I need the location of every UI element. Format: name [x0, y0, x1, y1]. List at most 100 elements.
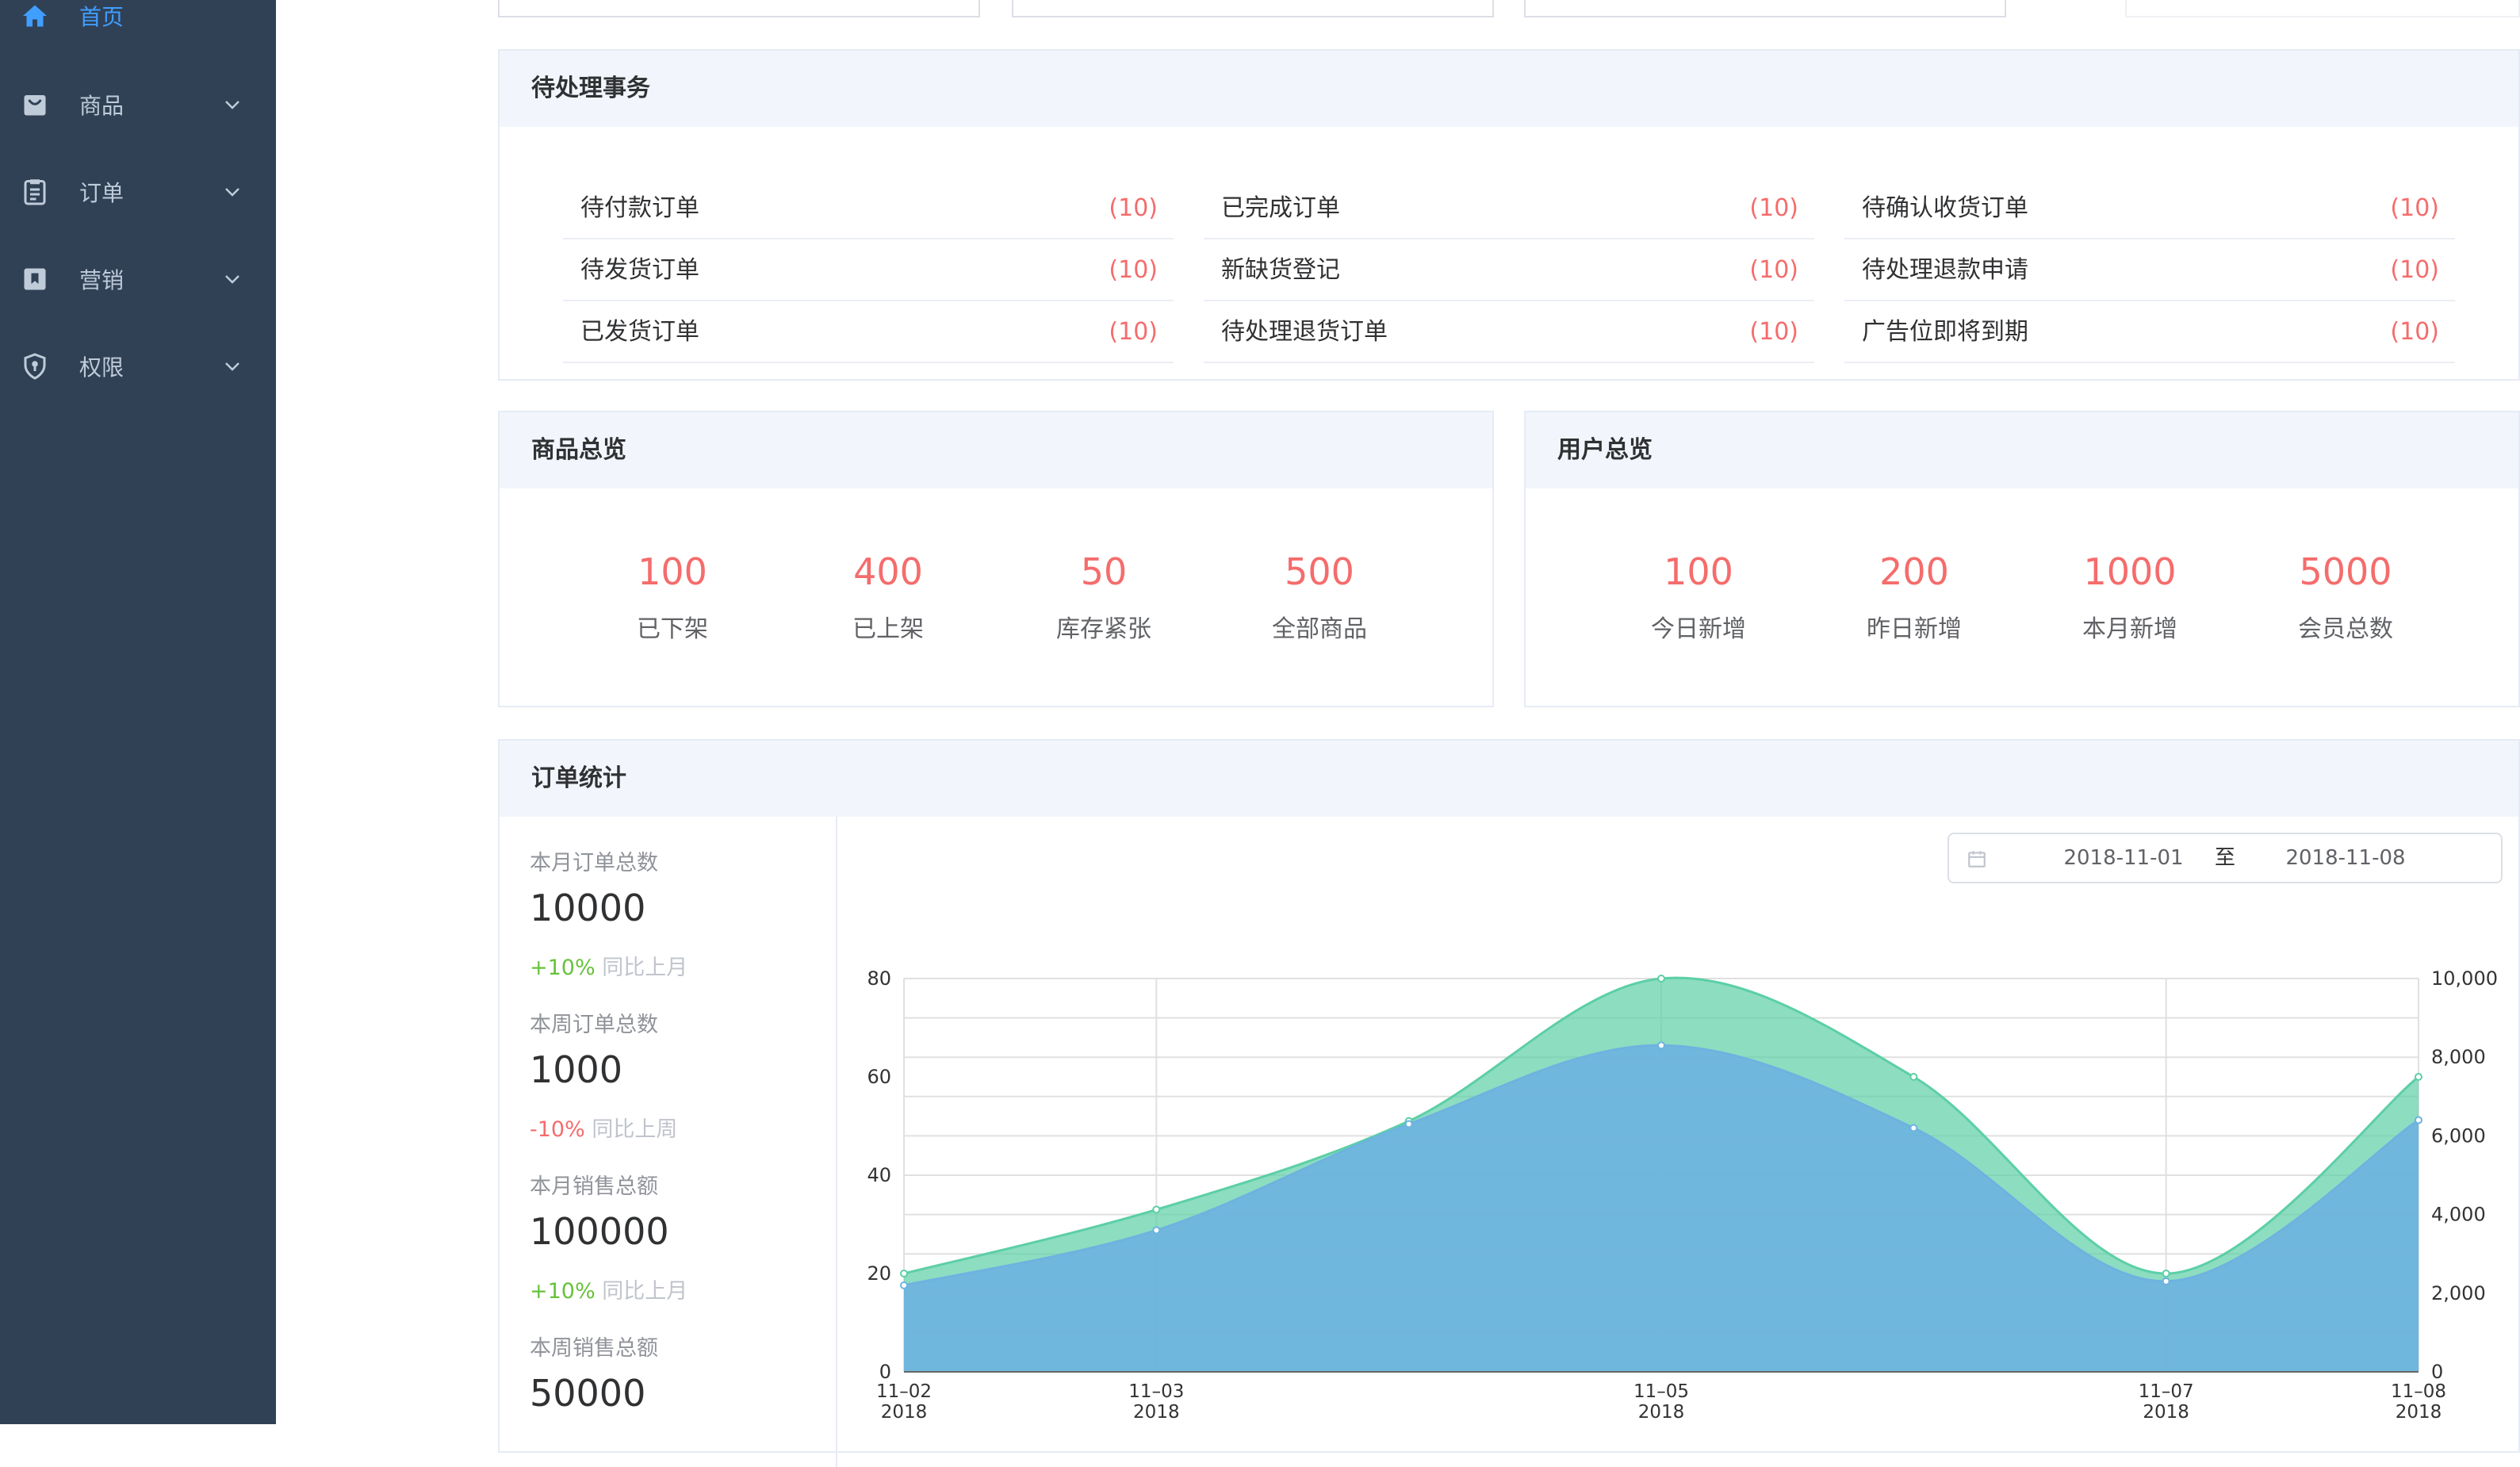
- summary-box: [1012, 0, 1494, 17]
- stat-value: 100000: [530, 1210, 669, 1253]
- overview-label: 昨日新增: [1867, 615, 1962, 643]
- x-tick-label: 11–07: [2139, 1381, 2194, 1402]
- y-tick-label-left: 80: [867, 967, 891, 990]
- overview-label: 库存紧张: [1056, 615, 1151, 643]
- summary-box: [498, 0, 980, 17]
- pending-item[interactable]: 待付款订单 (10): [563, 178, 1174, 239]
- stat-value: 10000: [530, 887, 646, 929]
- y-tick-label-right: 6,000: [2431, 1124, 2486, 1147]
- x-tick-label: 2018: [1638, 1402, 1685, 1423]
- chevron-down-icon: [225, 188, 239, 197]
- pending-item[interactable]: 待发货订单 (10): [563, 239, 1174, 301]
- x-tick-label: 11–05: [1633, 1381, 1689, 1402]
- overview-label: 本月新增: [2082, 615, 2177, 643]
- overview-value: 5000: [2299, 550, 2392, 593]
- pending-item-count: (10): [1749, 194, 1798, 222]
- pending-item-count: (10): [1109, 256, 1158, 284]
- x-tick-label: 11–02: [876, 1381, 932, 1402]
- series-area: [904, 1045, 2419, 1372]
- data-point: [2162, 1277, 2170, 1285]
- bag-icon: [24, 95, 46, 116]
- clipboard-icon: [24, 179, 46, 205]
- calendar-icon: [1968, 851, 1986, 868]
- y-tick-label-left: 60: [867, 1066, 891, 1088]
- pending-item-label: 待付款订单: [580, 194, 699, 222]
- card-header: 用户总览: [1526, 412, 2518, 488]
- stat-compare: 同比上周: [592, 1117, 678, 1142]
- sidebar-item-permission[interactable]: 权限: [0, 335, 276, 398]
- sidebar-item-label: 权限: [79, 354, 124, 381]
- overview-label: 已下架: [637, 615, 708, 643]
- stat-change: +10% 同比上月: [530, 1274, 687, 1304]
- pending-item[interactable]: 待确认收货订单 (10): [1844, 178, 2455, 239]
- sidebar-item-home[interactable]: 首页: [0, 0, 276, 48]
- stat-title: 本月订单总数: [530, 851, 658, 875]
- y-tick-label-right: 2,000: [2431, 1282, 2486, 1304]
- overview-value: 200: [1879, 550, 1949, 593]
- stat-compare: 同比上月: [602, 956, 688, 980]
- stat-change: +10% 同比上月: [530, 950, 687, 981]
- stat-change-percent: -10%: [530, 1117, 585, 1142]
- sidebar-item-label: 订单: [79, 180, 124, 206]
- chevron-down-icon: [225, 101, 239, 109]
- sidebar-item-label: 营销: [79, 267, 124, 293]
- data-point: [1657, 1041, 1665, 1050]
- date-end-input[interactable]: 2018-11-08: [2250, 834, 2441, 882]
- sidebar-item-label: 首页: [79, 4, 124, 30]
- stat-title: 本周订单总数: [530, 1013, 658, 1037]
- data-point: [1152, 1205, 1161, 1214]
- chevron-down-icon: [225, 275, 239, 284]
- sidebar-item-marketing[interactable]: 营销: [0, 247, 276, 311]
- data-point: [1657, 975, 1665, 982]
- overview-value: 100: [638, 550, 707, 593]
- date-range-separator: 至: [2214, 846, 2235, 870]
- stat-change: -10% 同比上周: [530, 1112, 677, 1143]
- card-header: 商品总览: [500, 412, 1492, 488]
- product-overview-card: 商品总览 100 已下架 400 已上架 50 库存紧张 500 全部商品: [498, 411, 1494, 707]
- overview-value: 500: [1285, 550, 1354, 593]
- pending-item-label: 待处理退货订单: [1221, 318, 1388, 346]
- date-range-picker[interactable]: 2018-11-01 至 2018-11-08: [1947, 833, 2503, 883]
- pending-item[interactable]: 已发货订单 (10): [563, 301, 1174, 363]
- stat-value: 50000: [530, 1372, 646, 1415]
- data-point: [1404, 1120, 1413, 1128]
- overview-label: 今日新增: [1651, 615, 1746, 643]
- x-tick-label: 2018: [1133, 1402, 1180, 1423]
- home-icon: [23, 5, 47, 27]
- pending-item-label: 待发货订单: [580, 256, 699, 284]
- pending-item-label: 新缺货登记: [1221, 256, 1340, 284]
- pending-item-label: 广告位即将到期: [1862, 318, 2028, 346]
- pending-item-count: (10): [2390, 194, 2439, 222]
- pending-item[interactable]: 新缺货登记 (10): [1204, 239, 1814, 301]
- pending-item-count: (10): [1749, 318, 1798, 346]
- y-tick-label-right: 4,000: [2431, 1204, 2486, 1226]
- pending-item[interactable]: 广告位即将到期 (10): [1844, 301, 2455, 363]
- overview-label: 全部商品: [1272, 615, 1367, 643]
- sidebar-item-order[interactable]: 订单: [0, 160, 276, 224]
- y-tick-label-left: 0: [879, 1361, 891, 1383]
- pending-item[interactable]: 已完成订单 (10): [1204, 178, 1814, 239]
- data-point: [1909, 1073, 1918, 1081]
- pending-item-label: 已完成订单: [1221, 194, 1340, 222]
- y-tick-label-left: 20: [867, 1262, 891, 1285]
- sidebar: 首页 商品 订单 营销 权限: [0, 0, 276, 1424]
- stat-change-percent: +10%: [530, 956, 596, 980]
- sidebar-item-product[interactable]: 商品: [0, 73, 276, 136]
- stat-value: 1000: [530, 1048, 623, 1091]
- overview-value: 400: [853, 550, 923, 593]
- y-tick-label-right: 0: [2431, 1361, 2443, 1383]
- overview-value: 1000: [2083, 550, 2177, 593]
- pending-tasks-card: 待处理事务 待付款订单 (10) 已完成订单 (10) 待确认收货订单 (10)…: [498, 49, 2520, 381]
- bookmark-icon: [24, 268, 46, 290]
- data-point: [2415, 1116, 2422, 1124]
- stat-change-percent: +10%: [530, 1279, 596, 1304]
- pending-item[interactable]: 待处理退款申请 (10): [1844, 239, 2455, 301]
- pending-item[interactable]: 待处理退货订单 (10): [1204, 301, 1814, 363]
- data-point: [1152, 1226, 1161, 1235]
- card-title: 订单统计: [531, 764, 626, 792]
- pending-item-count: (10): [1109, 318, 1158, 346]
- pending-item-label: 已发货订单: [580, 318, 699, 346]
- card-header: 待处理事务: [500, 51, 2518, 127]
- date-start-input[interactable]: 2018-11-01: [2044, 834, 2203, 882]
- chevron-down-icon: [225, 362, 239, 371]
